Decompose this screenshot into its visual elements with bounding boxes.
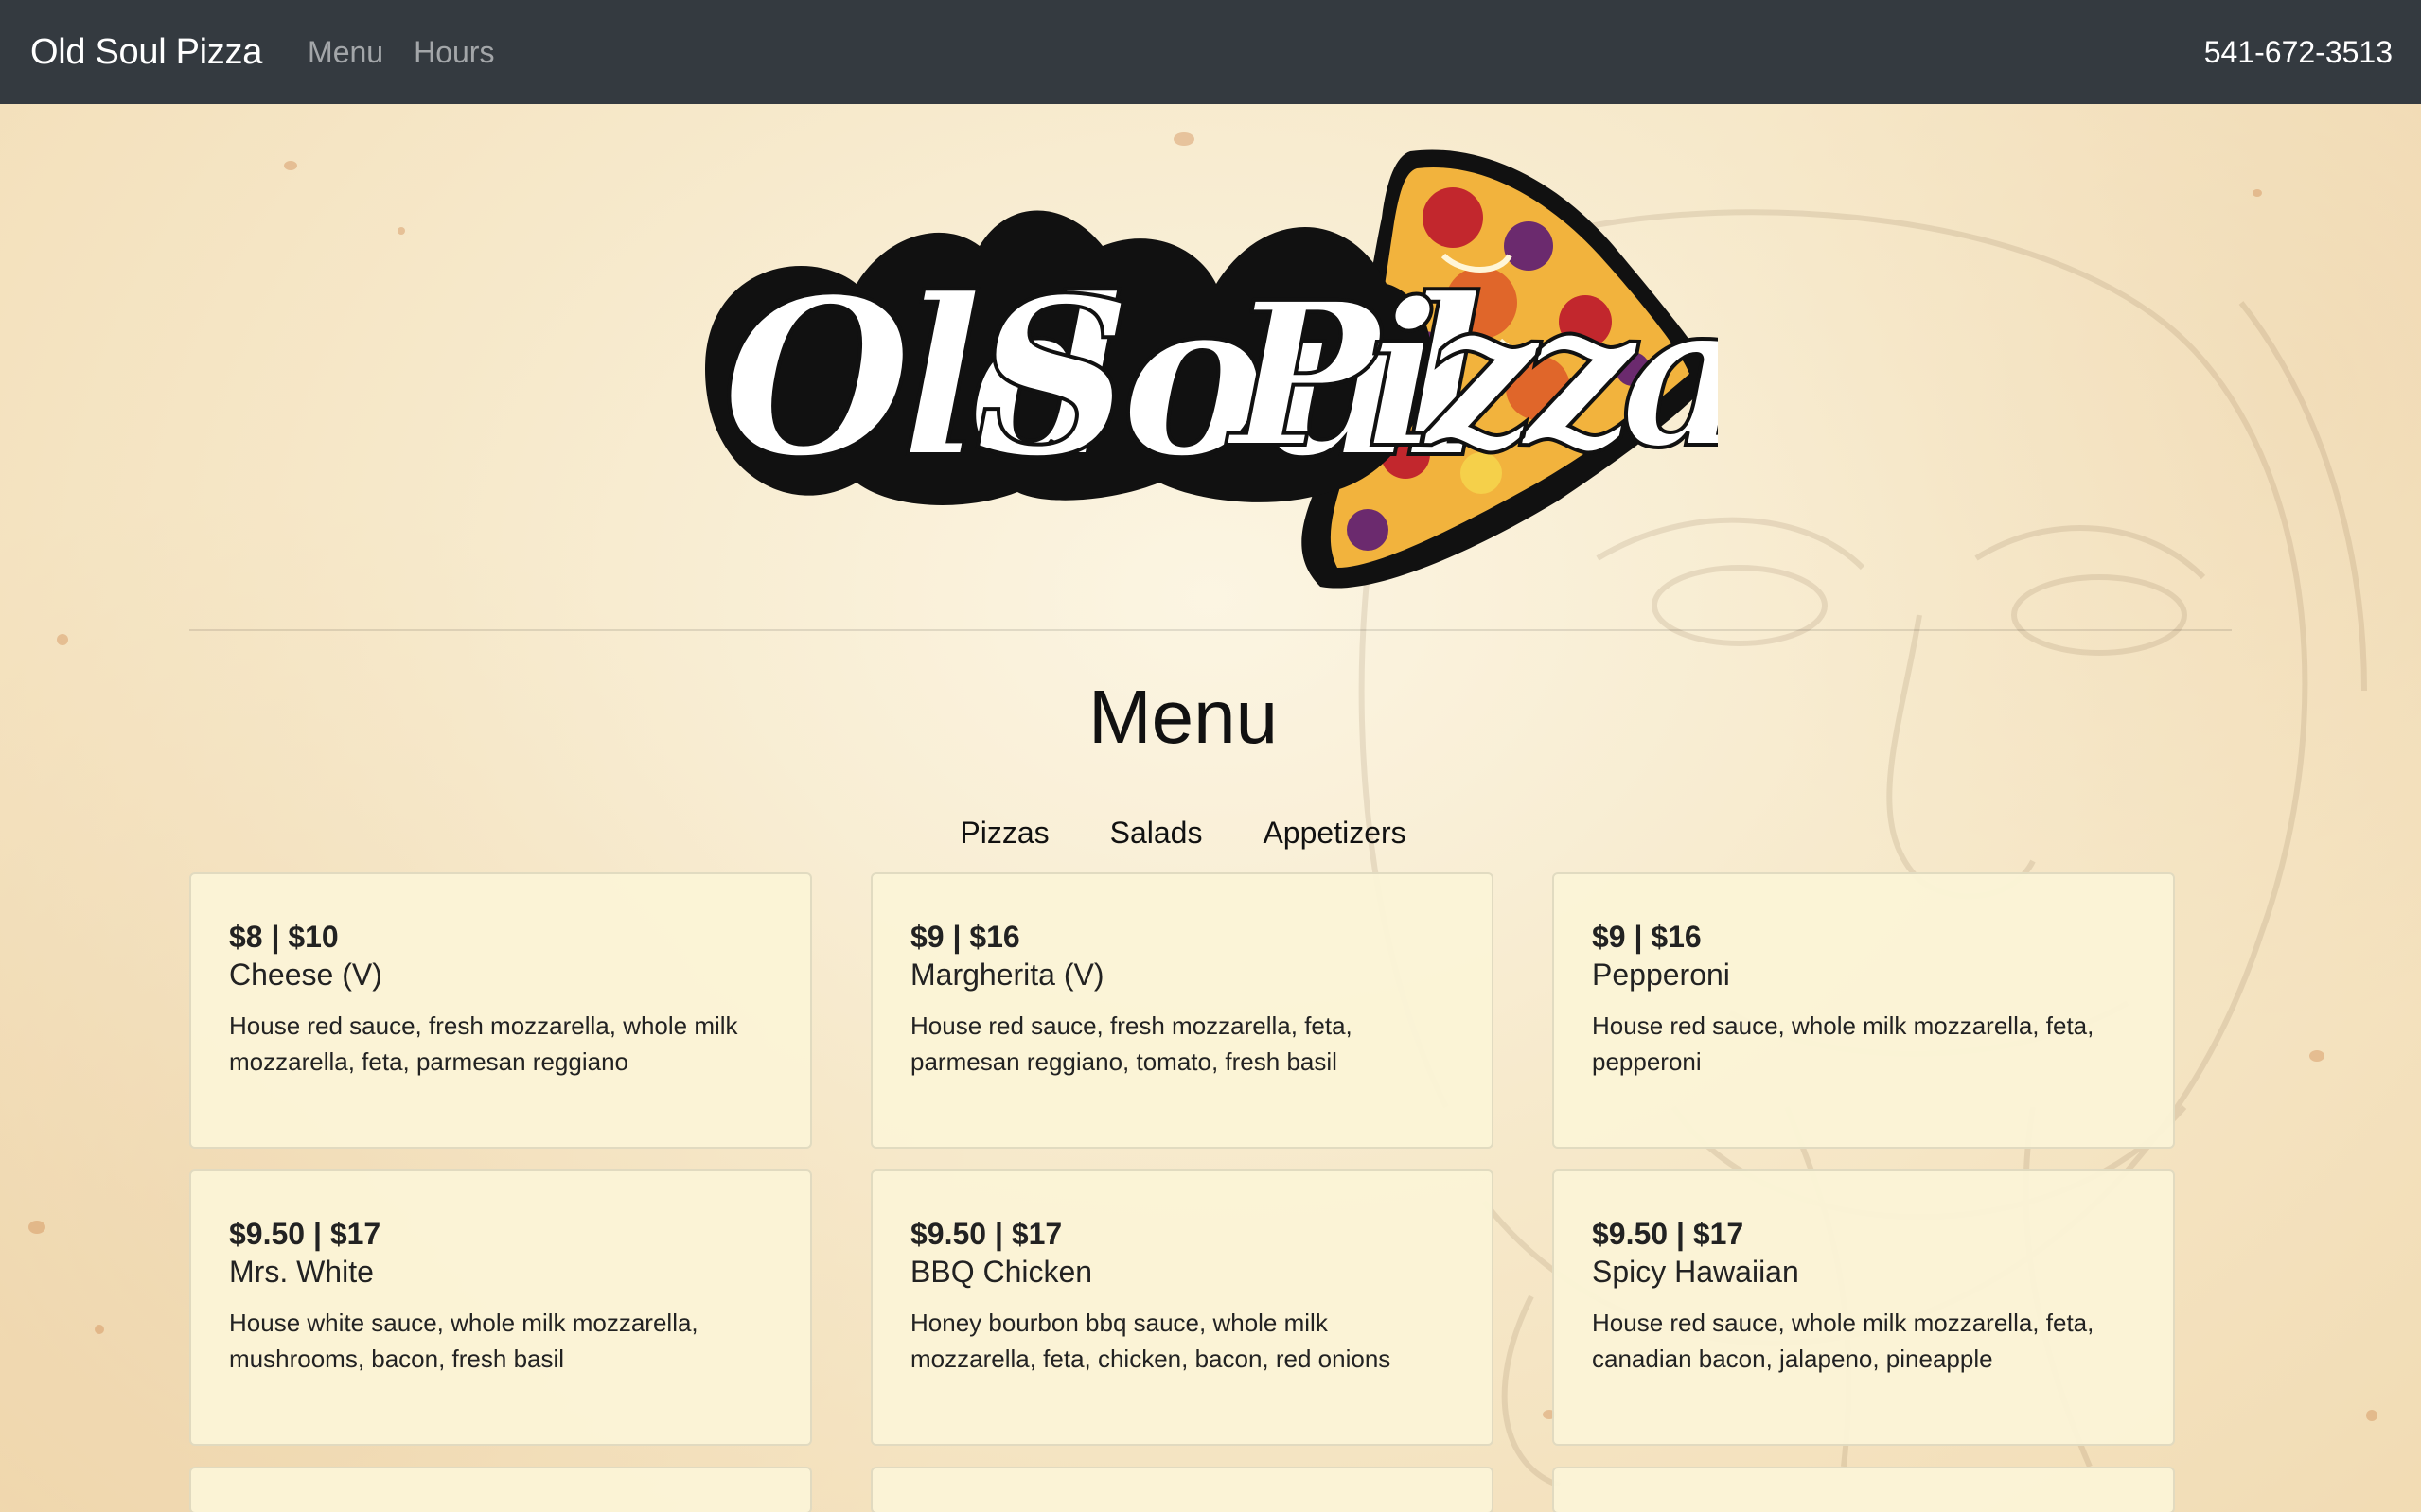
- menu-item-card: $9.50 | $17 BBQ Chicken Honey bourbon bb…: [871, 1169, 1493, 1446]
- section-divider: [189, 629, 2232, 631]
- item-description: House white sauce, whole milk mozzarella…: [229, 1309, 698, 1373]
- tab-pizzas[interactable]: Pizzas: [960, 816, 1049, 851]
- top-navbar: Old Soul Pizza Menu Hours 541-672-3513: [0, 0, 2421, 104]
- menu-item-card: $9 | $16 Margherita (V) House red sauce,…: [871, 872, 1493, 1149]
- item-description: House red sauce, fresh mozzarella, whole…: [229, 1011, 738, 1076]
- brand-link[interactable]: Old Soul Pizza: [30, 32, 262, 73]
- phone-number[interactable]: 541-672-3513: [2204, 35, 2393, 70]
- item-name: Spicy Hawaiian: [1592, 1255, 1799, 1289]
- old-soul-pizza-logo: Old Soul Pizza: [705, 149, 1718, 589]
- menu-heading: Menu: [1087, 675, 1279, 759]
- item-price: $9 | $16: [1592, 920, 1702, 954]
- menu-category-tabs: Pizzas Salads Appetizers: [0, 816, 2366, 851]
- item-description: Honey bourbon bbq sauce, whole milk mozz…: [910, 1309, 1391, 1373]
- item-price: $9.50 | $17: [1592, 1217, 1744, 1251]
- item-price: $8 | $10: [229, 920, 339, 954]
- tab-appetizers[interactable]: Appetizers: [1263, 816, 1405, 851]
- nav-link-hours[interactable]: Hours: [414, 35, 494, 70]
- menu-item-card: $8 | $10 Cheese (V) House red sauce, fre…: [189, 872, 812, 1149]
- item-name: BBQ Chicken: [910, 1255, 1093, 1289]
- tab-salads[interactable]: Salads: [1110, 816, 1203, 851]
- menu-item-card: $9 | $16 Pepperoni House red sauce, whol…: [1552, 872, 2175, 1149]
- menu-item-card-partial: [1552, 1467, 2175, 1512]
- item-name: Pepperoni: [1592, 958, 1730, 992]
- item-name: Margherita (V): [910, 958, 1104, 992]
- nav-link-menu[interactable]: Menu: [308, 35, 383, 70]
- item-price: $9 | $16: [910, 920, 1020, 954]
- item-price: $9.50 | $17: [229, 1217, 381, 1251]
- item-name: Cheese (V): [229, 958, 382, 992]
- menu-item-card: $9.50 | $17 Mrs. White House white sauce…: [189, 1169, 812, 1446]
- item-price: $9.50 | $17: [910, 1217, 1063, 1251]
- menu-item-card-partial: [189, 1467, 812, 1512]
- item-description: House red sauce, whole milk mozzarella, …: [1592, 1011, 2094, 1076]
- item-name: Mrs. White: [229, 1255, 374, 1289]
- menu-item-card: $9.50 | $17 Spicy Hawaiian House red sau…: [1552, 1169, 2175, 1446]
- svg-text:Pizza: Pizza: [1226, 258, 1718, 492]
- item-description: House red sauce, fresh mozzarella, feta,…: [910, 1011, 1352, 1076]
- item-description: House red sauce, whole milk mozzarella, …: [1592, 1309, 2094, 1373]
- menu-item-card-partial: [871, 1467, 1493, 1512]
